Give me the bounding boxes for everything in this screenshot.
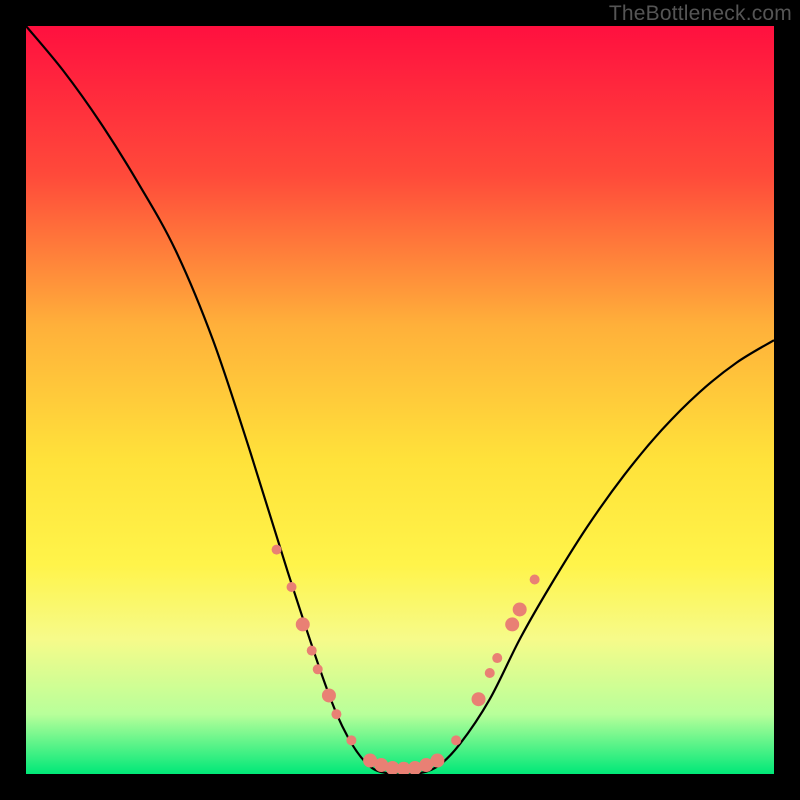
gradient-background: [26, 26, 774, 774]
marker-point: [346, 735, 356, 745]
marker-point: [513, 602, 527, 616]
marker-point: [272, 545, 282, 555]
chart-svg: [26, 26, 774, 774]
marker-point: [492, 653, 502, 663]
chart-frame: [26, 26, 774, 774]
marker-point: [331, 709, 341, 719]
marker-point: [530, 575, 540, 585]
marker-point: [451, 735, 461, 745]
marker-point: [485, 668, 495, 678]
marker-point: [322, 688, 336, 702]
marker-point: [307, 646, 317, 656]
marker-point: [505, 617, 519, 631]
marker-point: [472, 692, 486, 706]
marker-point: [313, 664, 323, 674]
marker-point: [430, 754, 444, 768]
marker-point: [287, 582, 297, 592]
watermark-text: TheBottleneck.com: [609, 2, 792, 26]
marker-point: [296, 617, 310, 631]
